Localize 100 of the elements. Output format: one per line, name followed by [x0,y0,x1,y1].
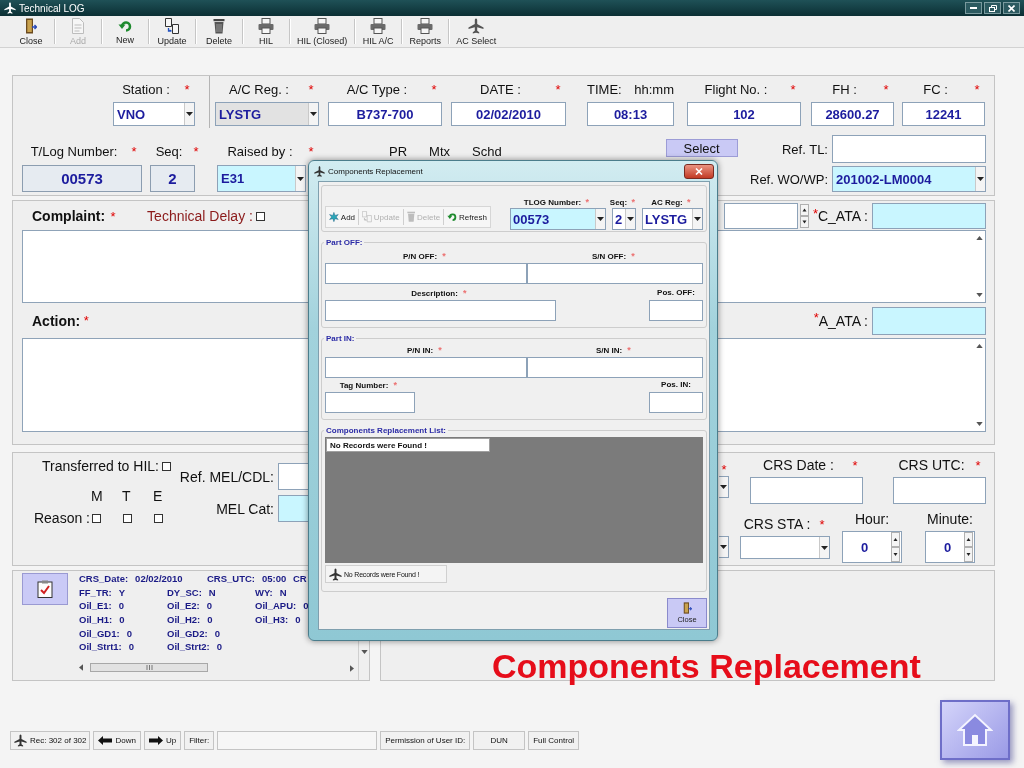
dialog-title: Components Replacement [328,166,423,176]
field-label: Oil_Strt1: [79,641,122,653]
required-mark: * [307,82,315,97]
field-label: Oil_E1: [79,600,112,612]
required-mark: * [818,517,826,532]
field-value: N [279,586,287,598]
field-label: MEL Cat: [215,500,274,517]
field-label: Ref. WO/WP: [750,171,828,187]
field-label: Minute: [926,511,974,527]
field-value: 0 [214,627,220,639]
required-mark: * [686,197,692,207]
required-mark: * [130,144,138,159]
required-mark: * [430,82,438,97]
field-label: CRS_UTC: [207,573,256,585]
field-label: P/N IN: [406,346,434,355]
field-label: Action: [32,312,81,329]
field-label: Ref. TL: [781,141,828,157]
required-mark: * [813,309,819,325]
field-label: Ref. MEL/CDL: [178,468,274,485]
field-label: T/Log Number: [29,144,119,159]
status-text: Permission of User ID: [380,731,471,750]
column-label: Schd [472,144,502,159]
field-value: 0 [126,627,132,639]
field-label: C_ATA : [817,208,868,224]
field-label: S/N OFF: [591,252,627,261]
checkbox-label: Technical Delay : [147,208,253,224]
group-legend: Part IN: [324,334,357,343]
field-value: 0 [303,600,309,612]
checkbox-label: Transferred to HIL: [42,458,159,474]
required-mark: * [789,82,797,97]
value-display: 00573 [22,165,142,192]
group-legend: Part OFF: [324,238,365,247]
field-value: 0 [128,641,135,653]
field-label: Pos. IN: [661,380,691,389]
field-label: Description: [411,289,458,298]
field-label: Flight No. : [703,82,769,97]
field-label: Oil_Strt2: [167,641,210,653]
column-label: M [91,488,103,504]
required-mark: * [626,345,632,355]
required-mark: * [437,345,443,355]
format-hint: hh:mm [634,82,674,97]
field-value: N [208,586,216,598]
field-value: 0 [295,614,301,626]
required-mark: * [441,251,447,261]
field-label: A_ATA : [818,312,868,329]
value-display: 2 [150,165,195,192]
field-label: S/N IN: [595,346,623,355]
field-label: Reason : [33,510,90,526]
field-value: 02/02/2010 [135,573,183,585]
column-label: T [122,488,131,504]
field-value: 0 [119,614,125,626]
required-mark: * [183,82,191,97]
field-value: 0 [207,614,213,626]
field-label: Oil_APU: [255,600,297,612]
field-label: Oil_H1: [79,614,113,626]
field-value: 0 [216,641,223,653]
field-label: Tag Number: [339,381,389,390]
list-header: No Records were Found ! [326,438,490,452]
field-label: FH : [831,82,858,97]
field-label: DY_SC: [167,586,202,598]
required-mark: * [812,206,818,221]
required-mark: * [974,458,982,473]
required-mark: * [109,208,117,224]
field-label: Seq: [154,144,184,159]
status-text: DUN [473,731,526,750]
required-mark: * [851,458,859,473]
field-label: Raised by : [226,144,294,159]
field-label: Oil_E2: [167,600,200,612]
field-label: TIME: [587,82,622,97]
field-label: Seq: [609,198,628,207]
field-label: FC : [922,82,949,97]
required-mark: * [882,82,890,97]
field-label: CRS STA : [742,516,812,532]
required-mark: * [973,82,981,97]
field-label: Complaint: [32,208,106,224]
required-mark: * [192,144,200,159]
field-label: WY: [255,586,273,598]
required-mark: * [392,380,399,390]
field-label: Oil_GD2: [167,627,208,639]
required-mark: * [720,462,728,476]
required-mark: * [82,313,90,328]
status-text: Full Control [528,731,580,750]
field-label: DATE : [479,82,522,97]
field-label: CR [293,573,307,585]
slide-caption: Components Replacement [492,647,921,686]
filter-label: Filter: [184,731,215,750]
field-label: CRS UTC: [897,457,966,473]
required-mark: * [554,82,562,97]
field-value: Y [118,586,126,598]
column-label: PR [389,144,408,159]
field-label: Oil_H3: [255,614,289,626]
field-label: CRS_Date: [79,573,129,585]
field-value: 0 [118,600,125,612]
field-label: TLOG Number: [523,198,582,207]
column-label: Mtx [429,144,450,159]
required-mark: * [307,144,315,159]
required-mark: * [462,288,468,298]
required-mark: * [584,197,590,207]
field-label: Oil_H2: [167,614,201,626]
field-label: AC Reg: [651,198,683,207]
